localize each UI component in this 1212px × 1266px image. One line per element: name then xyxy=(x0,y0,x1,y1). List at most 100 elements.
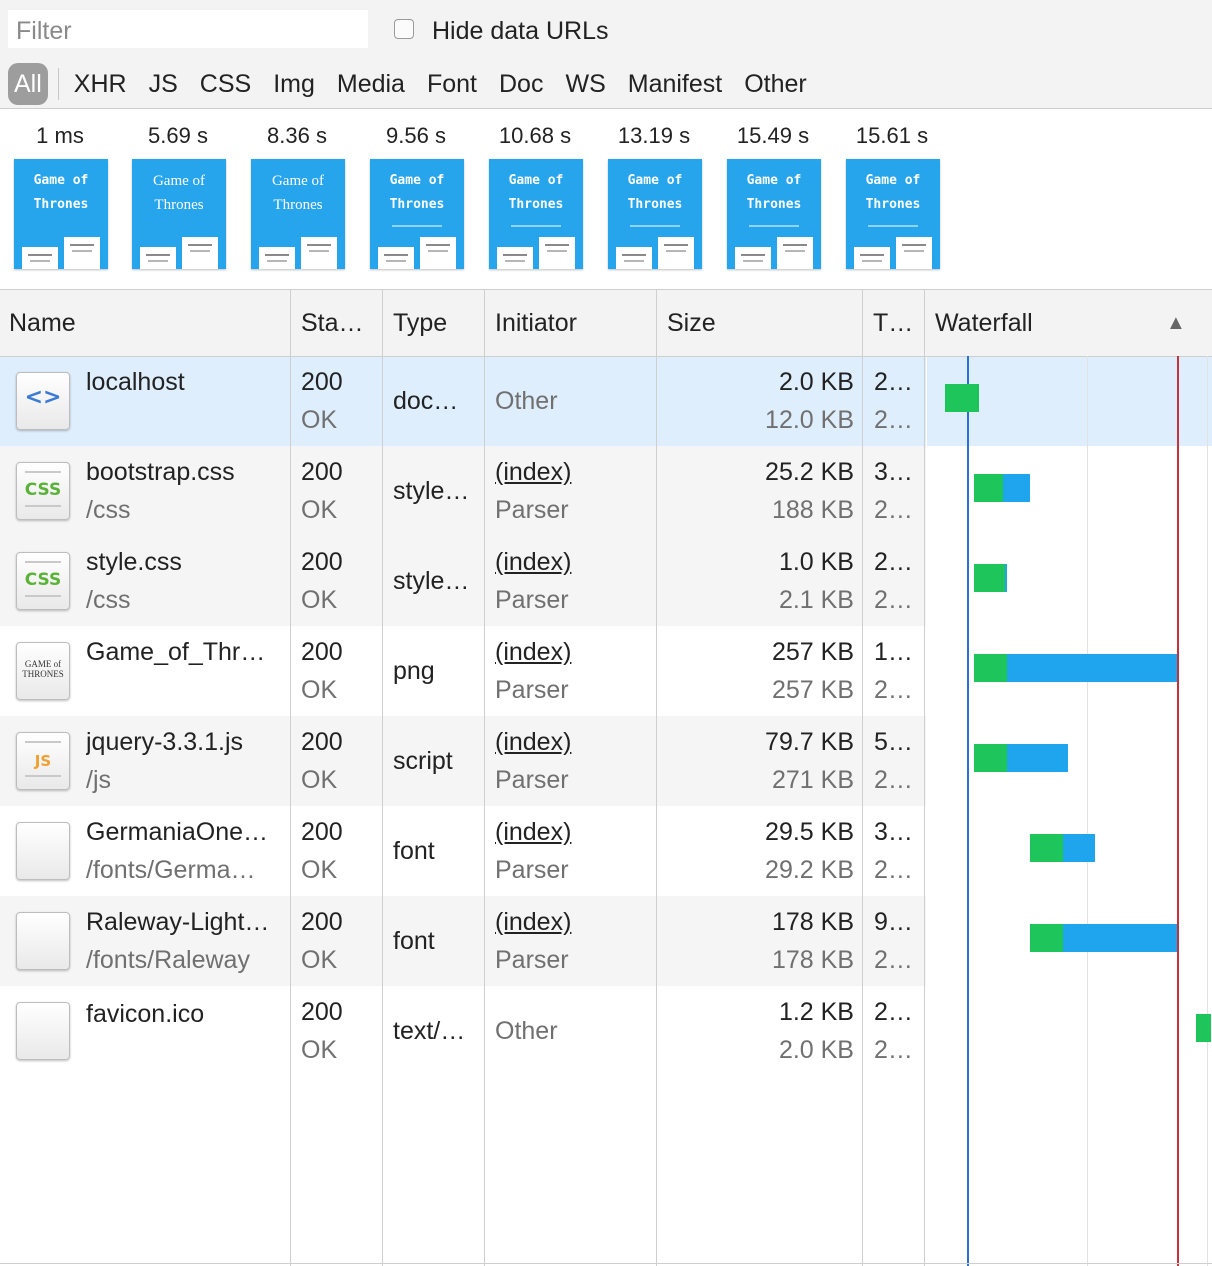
request-name: Game_of_Thr… xyxy=(86,638,266,666)
dom-content-loaded-marker xyxy=(967,356,969,1266)
column-header-type[interactable]: Type xyxy=(384,290,484,356)
transfer-size: 1.0 KB xyxy=(778,548,854,576)
file-text-line xyxy=(25,775,61,777)
frame-timestamp: 13.19 s xyxy=(617,123,691,148)
status-code: 200 xyxy=(301,728,343,756)
css-badge: CSS xyxy=(24,570,62,590)
css-badge: CSS xyxy=(24,480,62,500)
request-latency: 2… xyxy=(874,586,913,614)
request-latency: 2… xyxy=(874,676,913,704)
filter-manifest-button[interactable]: Manifest xyxy=(617,63,733,105)
hide-data-urls-checkbox[interactable] xyxy=(394,19,414,39)
resource-type: png xyxy=(393,657,435,685)
filter-css-button[interactable]: CSS xyxy=(189,63,262,105)
resource-type: font xyxy=(393,927,435,955)
initiator-link[interactable]: (index) xyxy=(495,818,650,847)
resource-size: 271 KB xyxy=(771,766,854,794)
page-screenshot-thumbnail[interactable]: Game of Thrones xyxy=(251,159,345,269)
sort-ascending-icon[interactable]: ▲ xyxy=(1166,290,1186,356)
column-divider[interactable] xyxy=(382,290,383,1266)
filter-font-button[interactable]: Font xyxy=(416,63,488,105)
image-preview-text: GAME of THRONES xyxy=(22,659,64,679)
thumbnail-title: Game of Thrones xyxy=(508,173,564,212)
status-text: OK xyxy=(301,946,338,974)
transfer-size: 257 KB xyxy=(771,638,854,666)
blank-file-icon xyxy=(16,912,70,970)
page-screenshot-thumbnail[interactable]: Game of Thrones xyxy=(370,159,464,269)
column-divider[interactable] xyxy=(924,290,925,1266)
column-header-size[interactable]: Size xyxy=(658,290,862,356)
transfer-size: 178 KB xyxy=(771,908,854,936)
page-screenshot-thumbnail[interactable]: Game of Thrones xyxy=(489,159,583,269)
waterfall-receiving-bar xyxy=(1006,744,1069,772)
request-latency: 2… xyxy=(874,496,913,524)
request-time: 9… xyxy=(874,908,913,936)
initiator-link[interactable]: (index) xyxy=(495,728,650,757)
screenshot-filmstrip: 1 ms Game of Thrones 5.69 s Game of Thro… xyxy=(0,109,1212,290)
request-latency: 2… xyxy=(874,766,913,794)
transfer-size: 29.5 KB xyxy=(765,818,854,846)
filter-media-button[interactable]: Media xyxy=(326,63,416,105)
resource-type: style… xyxy=(393,567,470,595)
load-event-marker xyxy=(1177,356,1179,1266)
filter-xhr-button[interactable]: XHR xyxy=(63,63,138,105)
thumbnail-title: Game of Thrones xyxy=(746,173,802,212)
initiator-link[interactable]: (index) xyxy=(495,638,650,667)
column-divider[interactable] xyxy=(862,290,863,1266)
initiator-link[interactable]: (index) xyxy=(495,458,650,487)
request-latency: 2… xyxy=(874,856,913,884)
resource-type: script xyxy=(393,747,453,775)
waterfall-receiving-bar xyxy=(1063,834,1095,862)
thumbnail-card xyxy=(854,247,890,269)
image-thumbnail-icon: GAME of THRONES xyxy=(16,642,70,700)
page-screenshot-thumbnail[interactable]: Game of Thrones xyxy=(132,159,226,269)
filter-js-button[interactable]: JS xyxy=(138,63,189,105)
column-header-status[interactable]: Sta… xyxy=(292,290,382,356)
column-divider[interactable] xyxy=(656,290,657,1266)
initiator-link[interactable]: (index) xyxy=(495,548,650,577)
page-screenshot-thumbnail[interactable]: Game of Thrones xyxy=(14,159,108,269)
status-code: 200 xyxy=(301,908,343,936)
thumbnail-card xyxy=(301,237,337,269)
status-code: 200 xyxy=(301,998,343,1026)
filter-doc-button[interactable]: Doc xyxy=(488,63,554,105)
thumbnail-card xyxy=(896,237,932,269)
filter-other-button[interactable]: Other xyxy=(733,63,818,105)
table-header: Name Sta… Type Initiator Size T… Waterfa… xyxy=(0,290,1212,357)
column-header-name[interactable]: Name xyxy=(0,290,290,356)
frame-timestamp: 10.68 s xyxy=(498,123,572,148)
page-screenshot-thumbnail[interactable]: Game of Thrones xyxy=(846,159,940,269)
status-code: 200 xyxy=(301,818,343,846)
page-screenshot-thumbnail[interactable]: Game of Thrones xyxy=(727,159,821,269)
request-path: /js xyxy=(86,766,111,794)
column-divider[interactable] xyxy=(290,290,291,1266)
waterfall-gridline xyxy=(1087,356,1088,1266)
column-divider[interactable] xyxy=(484,290,485,1266)
resource-type: text/… xyxy=(393,1017,466,1045)
frame-timestamp: 9.56 s xyxy=(386,123,446,148)
filter-ws-button[interactable]: WS xyxy=(554,63,616,105)
filter-all-button[interactable]: All xyxy=(8,63,48,105)
status-text: OK xyxy=(301,586,338,614)
blank-file-icon xyxy=(16,822,70,880)
thumbnail-card xyxy=(182,237,218,269)
css-file-icon: CSS xyxy=(16,552,70,610)
initiator-detail: Parser xyxy=(495,676,569,704)
page-screenshot-thumbnail[interactable]: Game of Thrones xyxy=(608,159,702,269)
initiator-link[interactable]: (index) xyxy=(495,908,650,937)
filter-img-button[interactable]: Img xyxy=(262,63,326,105)
frame-timestamp: 15.61 s xyxy=(855,123,929,148)
resource-size: 188 KB xyxy=(771,496,854,524)
html-file-icon: <> xyxy=(16,372,70,430)
waterfall-waiting-bar xyxy=(973,744,1007,772)
status-text: OK xyxy=(301,766,338,794)
column-header-time[interactable]: T… xyxy=(864,290,924,356)
column-header-initiator[interactable]: Initiator xyxy=(486,290,656,356)
hide-data-urls-toggle[interactable]: Hide data URLs xyxy=(394,14,608,48)
transfer-size: 25.2 KB xyxy=(765,458,854,486)
thumbnail-divider xyxy=(868,225,918,227)
request-name: favicon.ico xyxy=(86,1000,205,1028)
filter-input[interactable] xyxy=(8,10,368,48)
request-time: 2… xyxy=(874,548,913,576)
column-header-waterfall[interactable]: Waterfall xyxy=(926,290,1156,356)
